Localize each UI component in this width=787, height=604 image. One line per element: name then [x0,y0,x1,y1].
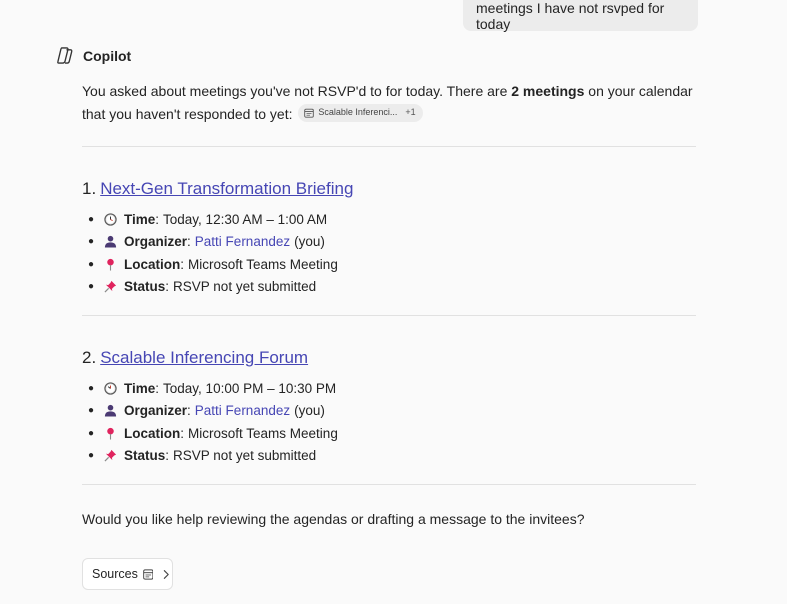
detail-location: ● Location: Microsoft Teams Meeting [82,253,702,276]
time-key: Time [124,211,156,227]
time-value: Today, 12:30 AM – 1:00 AM [163,211,328,227]
detail-organizer: ● Organizer: Patti Fernandez (you) [82,400,702,423]
bullet: ● [88,405,95,417]
meeting-number: 2. [82,348,97,367]
chevron-right-icon [164,569,170,579]
detail-status: ● Status: RSVP not yet submitted [82,276,702,299]
meeting-heading: 1. Next-Gen Transformation Briefing [82,178,702,200]
location-value: Microsoft Teams Meeting [188,425,338,441]
bullet: ● [88,281,95,293]
status-value: RSVP not yet submitted [173,279,317,295]
assistant-name: Copilot [83,47,132,64]
organizer-suffix: (you) [294,234,325,250]
citation-pill[interactable]: Scalable Inferenci... +1 [298,103,423,122]
bullet: ● [88,450,95,462]
meeting-card: 2. Scalable Inferencing Forum ● Time: To… [82,347,702,467]
time-key: Time [124,380,156,396]
assistant-intro: You asked about meetings you've not RSVP… [82,80,702,125]
sources-button[interactable]: Sources [82,558,173,590]
time-value: Today, 10:00 PM – 10:30 PM [163,380,337,396]
assistant-header: Copilot [56,46,131,65]
location-key: Location [124,256,181,272]
status-value: RSVP not yet submitted [173,448,317,464]
copilot-logo-icon [57,47,73,64]
detail-status: ● Status: RSVP not yet submitted [82,445,702,468]
meeting-title-link[interactable]: Next-Gen Transformation Briefing [100,178,353,200]
divider [82,146,696,147]
citation-more: +1 [405,107,416,118]
status-key: Status [124,279,166,295]
bullet: ● [88,258,95,270]
user-message-text: meetings I have not rsvped for today [476,0,665,32]
bullet: ● [88,382,95,394]
organizer-link[interactable]: Patti Fernandez [195,403,290,418]
organizer-link[interactable]: Patti Fernandez [195,234,290,249]
intro-meeting-count: 2 meetings [511,83,585,99]
calendar-icon [304,108,315,118]
detail-time: ● Time: Today, 12:30 AM – 1:00 AM [82,208,702,231]
meeting-heading: 2. Scalable Inferencing Forum [82,347,702,369]
meeting-details: ● Time: Today, 10:00 PM – 10:30 PM ● Org… [82,377,702,467]
pushpin-icon [104,279,124,295]
bullet: ● [88,427,95,439]
organizer-key: Organizer [124,403,188,419]
clock-icon [104,211,124,227]
bullet: ● [88,213,95,225]
meeting-title-link[interactable]: Scalable Inferencing Forum [100,347,308,369]
location-value: Microsoft Teams Meeting [188,256,338,272]
meeting-details: ● Time: Today, 12:30 AM – 1:00 AM ● Orga… [82,208,702,298]
user-message-bubble: meetings I have not rsvped for today [463,0,698,32]
clock-icon [104,380,124,396]
detail-organizer: ● Organizer: Patti Fernandez (you) [82,231,702,254]
meeting-card: 1. Next-Gen Transformation Briefing ● Ti… [82,178,702,298]
divider [82,484,696,485]
organizer-key: Organizer [124,234,188,250]
citation-label: Scalable Inferenci... [318,107,398,118]
pin-icon [104,425,124,441]
pushpin-icon [104,448,124,464]
location-key: Location [124,425,181,441]
status-key: Status [124,448,166,464]
document-list-icon [143,568,154,580]
pin-icon [104,256,124,272]
divider [82,315,696,316]
detail-time: ● Time: Today, 10:00 PM – 10:30 PM [82,377,702,400]
organizer-suffix: (you) [294,403,325,419]
bullet: ● [88,236,95,248]
sources-label: Sources [92,567,138,581]
person-icon [104,234,124,250]
followup-question: Would you like help reviewing the agenda… [82,511,585,527]
intro-text-1: You asked about meetings you've not RSVP… [82,83,512,99]
meeting-number: 1. [82,179,97,198]
person-icon [104,403,124,419]
detail-location: ● Location: Microsoft Teams Meeting [82,422,702,445]
